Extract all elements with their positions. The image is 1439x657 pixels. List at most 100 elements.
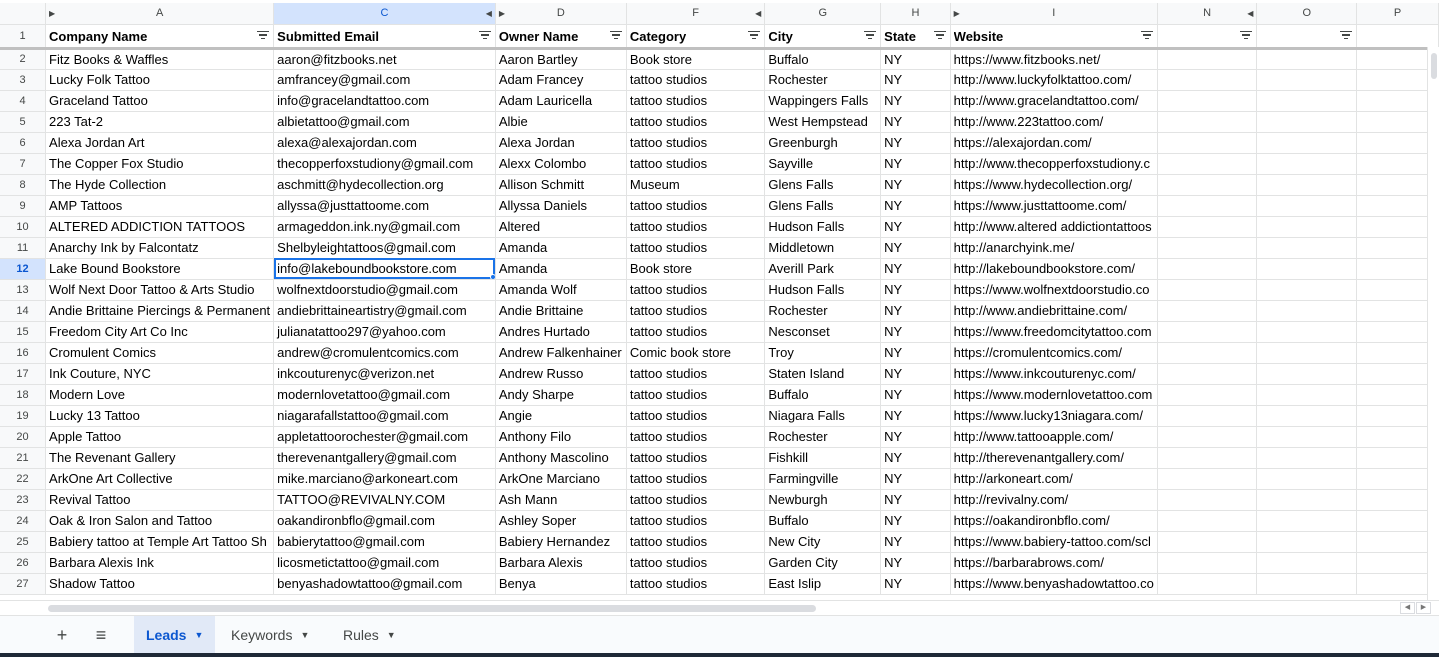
empty-cell[interactable] <box>1256 363 1358 385</box>
table-cell[interactable]: babierytattoo@gmail.com <box>273 531 496 553</box>
table-cell[interactable]: Glens Falls <box>764 195 882 217</box>
table-cell[interactable]: tattoo studios <box>626 237 766 259</box>
table-cell[interactable]: Lucky 13 Tattoo <box>45 405 275 427</box>
table-cell[interactable]: Apple Tattoo <box>45 426 275 448</box>
table-cell[interactable]: alexa@alexajordan.com <box>273 132 496 154</box>
row-number[interactable]: 7 <box>0 153 47 175</box>
empty-cell[interactable] <box>1256 258 1358 280</box>
row-number[interactable]: 26 <box>0 552 47 574</box>
table-cell[interactable]: Alexa Jordan <box>495 132 627 154</box>
table-cell[interactable]: Lucky Folk Tattoo <box>45 69 275 91</box>
table-cell[interactable]: andrew@cromulentcomics.com <box>273 342 496 364</box>
table-cell[interactable]: Modern Love <box>45 384 275 406</box>
row-number[interactable]: 10 <box>0 216 47 238</box>
row-number[interactable]: 22 <box>0 468 47 490</box>
table-cell[interactable]: Andrew Falkenhainer <box>495 342 627 364</box>
table-cell[interactable]: tattoo studios <box>626 384 766 406</box>
empty-cell[interactable] <box>1256 153 1358 175</box>
empty-cell[interactable] <box>1157 573 1258 595</box>
table-cell[interactable]: http://www.223tattoo.com/ <box>950 111 1158 133</box>
table-cell[interactable]: NY <box>880 153 951 175</box>
table-cell[interactable]: Shelbyleightattoos@gmail.com <box>273 237 496 259</box>
table-cell[interactable]: 223 Tat-2 <box>45 111 275 133</box>
table-cell[interactable]: tattoo studios <box>626 363 766 385</box>
table-cell[interactable]: Amanda <box>495 237 627 259</box>
table-cell[interactable]: tattoo studios <box>626 195 766 217</box>
select-all-corner[interactable] <box>0 3 47 25</box>
table-cell[interactable]: http://therevenantgallery.com/ <box>950 447 1158 469</box>
table-cell[interactable]: Benya <box>495 573 627 595</box>
table-cell[interactable]: Barbara Alexis <box>495 552 627 574</box>
table-cell[interactable]: allyssa@justtattoome.com <box>273 195 496 217</box>
caret-down-icon[interactable]: ▼ <box>387 630 396 640</box>
table-cell[interactable]: appletattoorochester@gmail.com <box>273 426 496 448</box>
table-cell[interactable]: https://www.justtattoome.com/ <box>950 195 1158 217</box>
scroll-right-icon[interactable]: ▶ <box>1416 602 1431 614</box>
caret-down-icon[interactable]: ▼ <box>300 630 309 640</box>
table-cell[interactable]: https://alexajordan.com/ <box>950 132 1158 154</box>
row-number[interactable]: 9 <box>0 195 47 217</box>
collapse-left-icon[interactable]: ◀ <box>1247 9 1253 18</box>
empty-cell[interactable] <box>1157 48 1258 70</box>
empty-cell[interactable] <box>1157 90 1258 112</box>
table-cell[interactable]: NY <box>880 531 951 553</box>
header-cell[interactable]: Submitted Email <box>273 24 496 50</box>
table-cell[interactable]: tattoo studios <box>626 447 766 469</box>
empty-cell[interactable] <box>1256 195 1358 217</box>
empty-cell[interactable] <box>1256 531 1358 553</box>
empty-cell[interactable] <box>1157 342 1258 364</box>
table-cell[interactable]: Ink Couture, NYC <box>45 363 275 385</box>
row-number[interactable]: 24 <box>0 510 47 532</box>
table-cell[interactable]: Andie Brittaine <box>495 300 627 322</box>
table-cell[interactable]: tattoo studios <box>626 111 766 133</box>
row-number[interactable]: 3 <box>0 69 47 91</box>
table-cell[interactable]: NY <box>880 132 951 154</box>
table-cell[interactable]: Wolf Next Door Tattoo & Arts Studio <box>45 279 275 301</box>
filter-icon[interactable] <box>1140 30 1153 41</box>
empty-cell[interactable] <box>1256 447 1358 469</box>
table-cell[interactable]: Cromulent Comics <box>45 342 275 364</box>
empty-cell[interactable] <box>1157 405 1258 427</box>
header-cell[interactable] <box>1256 24 1358 50</box>
table-cell[interactable]: Museum <box>626 174 766 196</box>
table-cell[interactable]: tattoo studios <box>626 321 766 343</box>
horizontal-scrollbar[interactable]: ◀ ▶ <box>0 600 1439 615</box>
table-cell[interactable]: NY <box>880 237 951 259</box>
table-cell[interactable]: tattoo studios <box>626 531 766 553</box>
empty-cell[interactable] <box>1256 237 1358 259</box>
table-cell[interactable]: tattoo studios <box>626 90 766 112</box>
table-cell[interactable]: http://lakeboundbookstore.com/ <box>950 258 1158 280</box>
all-sheets-menu-icon[interactable]: ≡ <box>89 625 113 645</box>
table-cell[interactable]: Aaron Bartley <box>495 48 627 70</box>
filter-icon[interactable] <box>1240 30 1253 41</box>
table-cell[interactable]: Middletown <box>764 237 882 259</box>
table-cell[interactable]: NY <box>880 363 951 385</box>
table-cell[interactable]: The Copper Fox Studio <box>45 153 275 175</box>
table-cell[interactable]: https://www.babiery-tattoo.com/scl <box>950 531 1158 553</box>
table-cell[interactable]: aschmitt@hydecollection.org <box>273 174 496 196</box>
header-cell[interactable]: Company Name <box>45 24 275 50</box>
table-cell[interactable]: Book store <box>626 258 766 280</box>
empty-cell[interactable] <box>1157 510 1258 532</box>
empty-cell[interactable] <box>1157 174 1258 196</box>
column-header-h[interactable]: H <box>880 3 951 25</box>
empty-cell[interactable] <box>1256 216 1358 238</box>
table-cell[interactable]: Wappingers Falls <box>764 90 882 112</box>
table-cell[interactable]: albietattoo@gmail.com <box>273 111 496 133</box>
table-cell[interactable]: Amanda <box>495 258 627 280</box>
table-cell[interactable]: http://www.andiebrittaine.com/ <box>950 300 1158 322</box>
row-number[interactable]: 4 <box>0 90 47 112</box>
empty-cell[interactable] <box>1256 69 1358 91</box>
table-cell[interactable]: Buffalo <box>764 510 882 532</box>
empty-cell[interactable] <box>1256 90 1358 112</box>
table-cell[interactable]: NY <box>880 174 951 196</box>
row-number[interactable]: 18 <box>0 384 47 406</box>
column-header-o[interactable]: O <box>1256 3 1358 25</box>
header-cell[interactable]: Website <box>950 24 1158 50</box>
table-cell[interactable]: Adam Lauricella <box>495 90 627 112</box>
table-cell[interactable]: ALTERED ADDICTION TATTOOS <box>45 216 275 238</box>
expand-right-icon[interactable]: ▶ <box>499 9 505 18</box>
table-cell[interactable]: Andy Sharpe <box>495 384 627 406</box>
table-cell[interactable]: https://www.inkcouturenyc.com/ <box>950 363 1158 385</box>
table-cell[interactable]: The Revenant Gallery <box>45 447 275 469</box>
